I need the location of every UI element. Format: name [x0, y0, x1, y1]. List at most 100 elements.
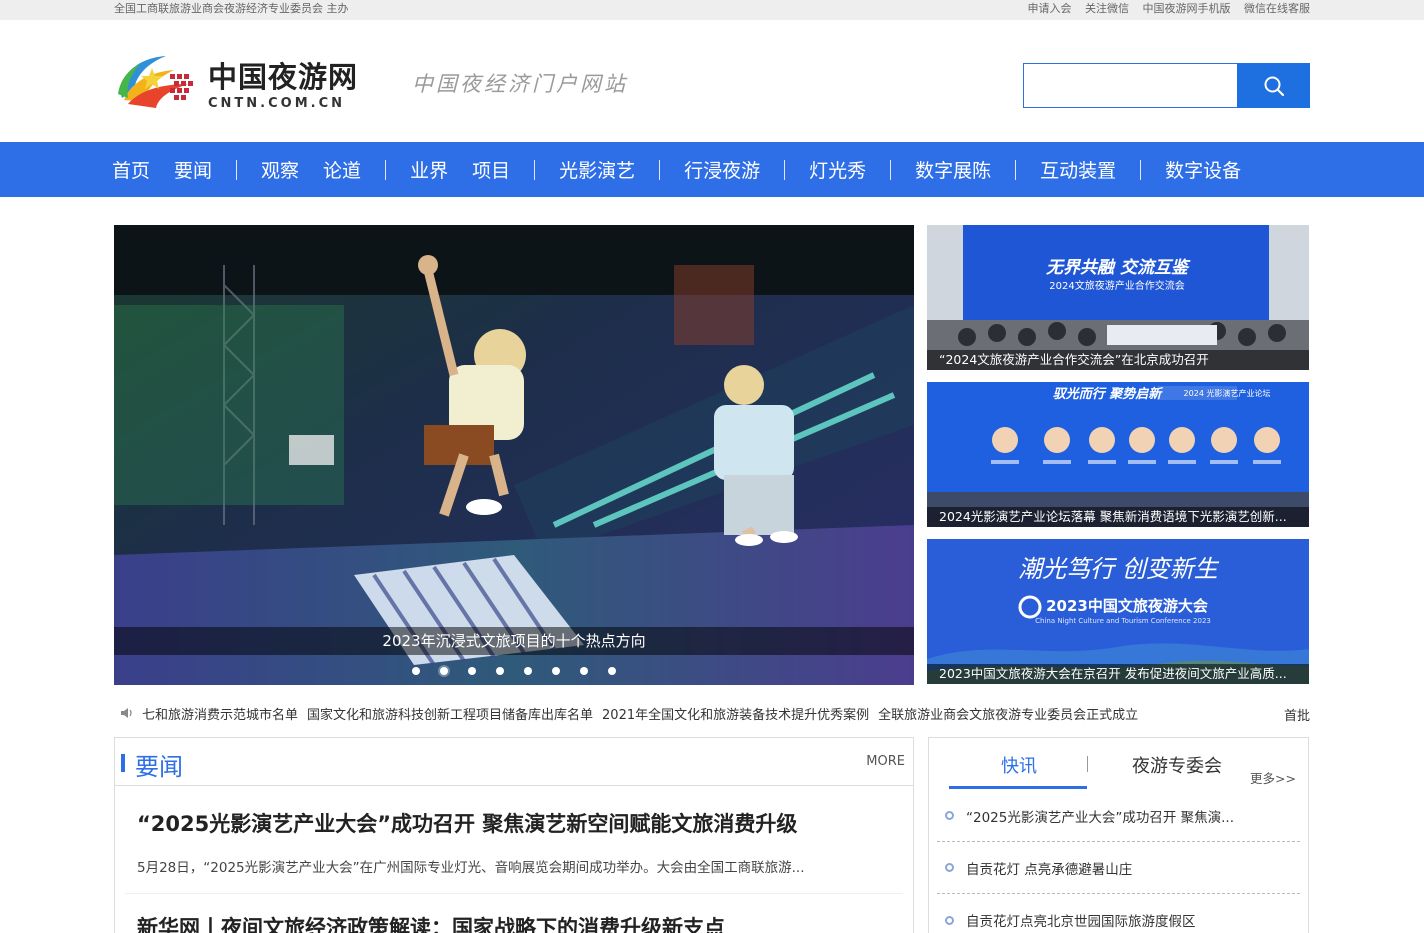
nav-digital-equipment[interactable]: 数字设备: [1165, 156, 1241, 183]
carousel-dot[interactable]: [496, 667, 504, 675]
flash-item-text: 自贡花灯 点亮承德避暑山庄: [966, 861, 1133, 878]
ticker-item[interactable]: 全联旅游业商会文旅夜游专业委员会正式成立: [878, 704, 1138, 723]
section-marker: [121, 754, 125, 772]
nav-observation[interactable]: 观察: [261, 156, 299, 183]
flash-more-link[interactable]: 更多>>: [1250, 768, 1296, 787]
thumb-sub-2: 2024 光影演艺产业论坛: [1184, 388, 1271, 398]
top-link-wechat-follow[interactable]: 关注微信: [1085, 2, 1129, 15]
news-item: “2025光影演艺产业大会”成功召开 聚焦演艺新空间赋能文旅消费升级 5月28日…: [125, 786, 903, 894]
nav-divider: [385, 159, 387, 180]
site-slogan: 中国夜经济门户网站: [412, 72, 628, 96]
nav-divider: [534, 159, 536, 180]
carousel-dot-active[interactable]: [440, 667, 448, 675]
search-icon: [1264, 76, 1284, 96]
thumb-photo-3: 潮光笃行 创变新生 2023中国文旅夜游大会 China Night Cultu…: [927, 539, 1309, 684]
header: 中国夜游网 CNTN.COM.CN 中国夜经济门户网站: [0, 20, 1424, 142]
search-button[interactable]: [1237, 63, 1310, 108]
news-item-title[interactable]: “2025光影演艺产业大会”成功召开 聚焦演艺新空间赋能文旅消费升级: [137, 808, 891, 838]
nav-forum[interactable]: 论道: [323, 156, 361, 183]
top-link-join[interactable]: 申请入会: [1028, 2, 1072, 15]
site-logo[interactable]: 中国夜游网 CNTN.COM.CN: [114, 50, 374, 111]
nav-headlines[interactable]: 要闻: [174, 156, 212, 183]
flash-item[interactable]: “2025光影演艺产业大会”成功召开 聚焦演...: [937, 790, 1300, 842]
top-links: 申请入会 关注微信 中国夜游网手机版 微信在线客服: [1018, 0, 1311, 18]
thumb-photo-1: 无界共融 交流互鉴 2024文旅夜游产业合作交流会: [927, 225, 1309, 370]
tab-divider: [1087, 756, 1088, 772]
tab-night-committee[interactable]: 夜游专委会: [1132, 752, 1222, 778]
carousel-dot[interactable]: [524, 667, 532, 675]
top-link-wechat-service[interactable]: 微信在线客服: [1244, 2, 1310, 15]
nav-divider: [890, 159, 892, 180]
nav-projects[interactable]: 项目: [472, 156, 510, 183]
ticker-first-batch[interactable]: 首批: [1284, 705, 1310, 724]
thumb-headline-3: 潮光笃行 创变新生: [1018, 555, 1220, 583]
thumb-headline-2: 驭光而行 聚势启新: [1053, 386, 1164, 402]
banner: 2023年沉浸式文旅项目的十个热点方向 无界共融 交流互鉴 2024文旅夜游产业…: [114, 225, 1310, 685]
speaker-icon: [121, 708, 132, 718]
nav-light-show[interactable]: 灯光秀: [809, 156, 866, 183]
carousel-dots: [114, 667, 914, 675]
organizer-text: 全国工商联旅游业商会夜游经济专业委员会 主办: [114, 2, 349, 15]
top-bar: 全国工商联旅游业商会夜游经济专业委员会 主办 申请入会 关注微信 中国夜游网手机…: [0, 0, 1424, 20]
nav-divider: [236, 159, 238, 180]
nav-divider: [1015, 159, 1017, 180]
carousel-dot[interactable]: [412, 667, 420, 675]
tab-flash[interactable]: 快讯: [1001, 752, 1037, 778]
side-thumb-3[interactable]: 潮光笃行 创变新生 2023中国文旅夜游大会 China Night Cultu…: [927, 539, 1309, 684]
nav-industry[interactable]: 业界: [410, 156, 448, 183]
logo-mark-icon: [118, 56, 193, 108]
active-tab-indicator: [949, 786, 1087, 789]
flash-item-text: “2025光影演艺产业大会”成功召开 聚焦演...: [966, 809, 1235, 826]
headlines-header: 要闻 MORE: [115, 738, 913, 786]
top-link-mobile[interactable]: 中国夜游网手机版: [1143, 2, 1231, 15]
side-thumb-caption-1[interactable]: “2024文旅夜游产业合作交流会”在北京成功召开: [927, 350, 1309, 370]
thumb-headline-1: 无界共融 交流互鉴: [1045, 258, 1191, 278]
nav-interactive-installation[interactable]: 互动装置: [1040, 156, 1116, 183]
flash-item-text: 自贡花灯点亮北京世园国际旅游度假区: [966, 914, 1196, 930]
nav-digital-exhibition[interactable]: 数字展陈: [915, 156, 991, 183]
news-item-summary: 5月28日，“2025光影演艺产业大会”在广州国际专业灯光、音响展览会期间成功举…: [137, 860, 805, 876]
nav-divider: [1140, 159, 1142, 180]
carousel-dot[interactable]: [580, 667, 588, 675]
bullet-ring-icon: [945, 915, 954, 925]
main-nav: 首页 要闻 观察 论道 业界 项目 光影演艺 行浸夜游 灯光秀 数字展陈 互动装…: [0, 142, 1424, 197]
carousel-dot[interactable]: [608, 667, 616, 675]
ticker-item[interactable]: 国家文化和旅游科技创新工程项目储备库出库名单: [307, 704, 593, 723]
carousel-dot[interactable]: [552, 667, 560, 675]
flash-panel: 快讯 夜游专委会 更多>> “2025光影演艺产业大会”成功召开 聚焦演... …: [928, 737, 1309, 933]
news-item: 新华网丨夜间文旅经济政策解读：国家战略下的消费升级新支点: [125, 894, 903, 933]
nav-divider: [659, 159, 661, 180]
carousel-photo: [114, 225, 914, 685]
carousel-dot[interactable]: [468, 667, 476, 675]
side-thumb-caption-3[interactable]: 2023中国文旅夜游大会在京召开 发布促进夜间文旅产业高质...: [927, 664, 1309, 684]
logo-domain: CNTN.COM.CN: [208, 96, 345, 111]
side-thumbnails: 无界共融 交流互鉴 2024文旅夜游产业合作交流会 “2024文旅夜游产业合作交…: [927, 225, 1309, 696]
thumb-sub-1: 2024文旅夜游产业合作交流会: [1049, 279, 1184, 292]
nav-immersive-night-tour[interactable]: 行浸夜游: [684, 156, 760, 183]
flash-tabs: 快讯 夜游专委会 更多>>: [929, 738, 1308, 790]
headlines-panel: 要闻 MORE “2025光影演艺产业大会”成功召开 聚焦演艺新空间赋能文旅消费…: [114, 737, 914, 933]
side-thumb-2[interactable]: 驭光而行 聚势启新 2024 光影演艺产业论坛 2024光影演艺产业论坛落幕 聚…: [927, 382, 1309, 527]
search-input[interactable]: [1023, 63, 1237, 108]
headlines-more-link[interactable]: MORE: [866, 754, 905, 769]
thumb-sub-en-3: China Night Culture and Tourism Conferen…: [1035, 617, 1211, 625]
side-thumb-caption-2[interactable]: 2024光影演艺产业论坛落幕 聚焦新消费语境下光影演艺创新...: [927, 507, 1309, 527]
side-thumb-1[interactable]: 无界共融 交流互鉴 2024文旅夜游产业合作交流会 “2024文旅夜游产业合作交…: [927, 225, 1309, 370]
thumb-sub-3: 2023中国文旅夜游大会: [1046, 597, 1208, 615]
logo-title: 中国夜游网: [208, 60, 359, 94]
main-carousel[interactable]: 2023年沉浸式文旅项目的十个热点方向: [114, 225, 914, 685]
nav-light-performance[interactable]: 光影演艺: [559, 156, 635, 183]
flash-item[interactable]: 自贡花灯点亮北京世园国际旅游度假区: [937, 894, 1300, 933]
search-box: [1023, 63, 1310, 108]
thumb-photo-2: 驭光而行 聚势启新 2024 光影演艺产业论坛: [927, 382, 1309, 527]
headlines-title: 要闻: [135, 753, 183, 781]
news-ticker: 七和旅游消费示范城市名单 国家文化和旅游科技创新工程项目储备库出库名单 2021…: [114, 703, 1310, 724]
bullet-ring-icon: [945, 811, 954, 820]
carousel-caption[interactable]: 2023年沉浸式文旅项目的十个热点方向: [114, 627, 914, 655]
news-item-title[interactable]: 新华网丨夜间文旅经济政策解读：国家战略下的消费升级新支点: [137, 912, 891, 933]
bullet-ring-icon: [945, 863, 954, 872]
ticker-item[interactable]: 2021年全国文化和旅游装备技术提升优秀案例: [602, 704, 869, 723]
flash-item[interactable]: 自贡花灯 点亮承德避暑山庄: [937, 842, 1300, 894]
ticker-item[interactable]: 七和旅游消费示范城市名单: [142, 704, 298, 723]
nav-home[interactable]: 首页: [112, 156, 150, 183]
